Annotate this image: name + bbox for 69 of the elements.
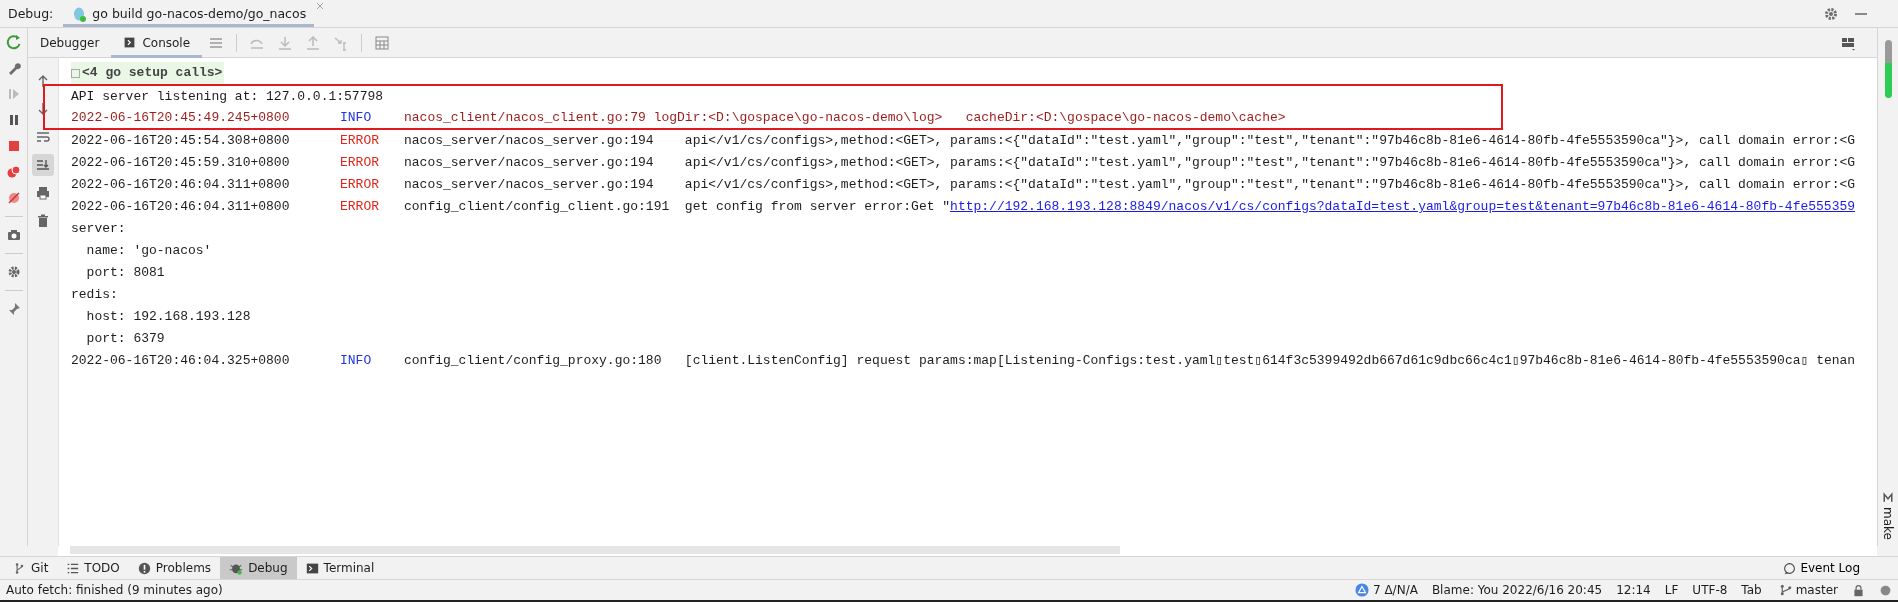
folded-calls[interactable]: <4 go setup calls>: [71, 62, 225, 84]
event-log-button[interactable]: Event Log: [1777, 560, 1866, 576]
horizontal-scrollbar[interactable]: [70, 546, 1120, 554]
tool-window-tab[interactable]: Problems: [128, 557, 221, 579]
tool-window-tab[interactable]: Debug: [220, 557, 297, 579]
triangle-icon: [1354, 583, 1369, 597]
changes-indicator[interactable]: 7 Δ/N/A: [1354, 583, 1418, 597]
settings-icon[interactable]: [1823, 5, 1839, 22]
log-level: INFO: [340, 109, 373, 127]
log-timestamp: 2022-06-16T20:46:04.325+0800: [71, 352, 291, 370]
status-item[interactable]: Blame: You 2022/6/16 20:45: [1431, 583, 1603, 597]
log-message: config_client/config_client.go:191 get config from server error:Get ": [404, 198, 951, 216]
log-message: nacos_server/nacos_server.go:194 api</v1/cs/configs>,method:<GET>, params:<{"dataId":"test.yaml","group":"test","tenant":"97b46c8b-81e6-4614-80fb-4fe5553590ca"}>, call domain error:<G: [404, 154, 1856, 172]
scroll-to-end-icon: [35, 157, 51, 173]
status-message: Auto fetch: finished (9 minutes ago): [6, 583, 223, 597]
status-item[interactable]: UTF-8: [1692, 583, 1728, 597]
camera-icon[interactable]: [5, 227, 22, 243]
log-level: ERROR: [340, 176, 380, 194]
log-level: ERROR: [340, 198, 380, 216]
log-timestamp: 2022-06-16T20:45:54.308+0800: [71, 132, 291, 150]
console-line: redis:: [71, 286, 118, 304]
notification-icon[interactable]: [1879, 583, 1892, 597]
branch-widget[interactable]: master: [1779, 583, 1838, 597]
warning-icon[interactable]: [137, 561, 151, 575]
rerun-icon[interactable]: [5, 34, 22, 50]
log-message: nacos_server/nacos_server.go:194 api</v1/cs/configs>,method:<GET>, params:<{"dataId":"test.yaml","group":"test","tenant":"97b46c8b-81e6-4614-80fb-4fe5553590ca"}>, call domain error:<G: [404, 176, 1856, 194]
toolbar-tab[interactable]: Debugger: [28, 27, 112, 58]
debug-label: Debug:: [7, 5, 55, 23]
trash-icon[interactable]: [35, 213, 51, 229]
log-level: ERROR: [340, 132, 380, 150]
console-icon: [123, 36, 137, 49]
log-timestamp: 2022-06-16T20:46:04.311+0800: [71, 176, 291, 194]
run-config-tab[interactable]: go build go-nacos-demo/go_nacos: [63, 0, 315, 27]
soft-wrap-icon[interactable]: [35, 129, 51, 145]
tool-window-tab[interactable]: Git: [4, 557, 58, 579]
log-timestamp: 2022-06-16T20:45:59.310+0800: [71, 154, 291, 172]
branch-icon[interactable]: [13, 561, 26, 575]
log-timestamp: 2022-06-16T20:45:49.245+0800: [71, 109, 291, 127]
terminal-icon[interactable]: [305, 561, 319, 575]
speech-bubble-icon: [1783, 561, 1797, 575]
status-item[interactable]: Tab: [1741, 583, 1762, 597]
scroll-to-end-toggle[interactable]: [32, 154, 54, 176]
console-line: server:: [71, 220, 126, 238]
log-link[interactable]: http://192.168.193.128:8849/nacos/v1/cs/configs?dataId=test.yaml&group=test&tenant=97b46c8b-81e6-4614-80fb-4fe555359: [950, 196, 1856, 218]
log-message: nacos_client/nacos_client.go:79 logDir:<D:\gospace\go-nacos-demo\log> cacheDir:<D:\gospace\go-nacos-demo\cache>: [404, 109, 1286, 127]
calculator-icon[interactable]: [374, 34, 391, 51]
branch-icon: [1779, 584, 1792, 596]
breakpoints-icon[interactable]: [5, 164, 22, 180]
toolbar-tab[interactable]: Console: [111, 27, 203, 58]
log-message: config_client/config_proxy.go:180 [client.ListenConfig] request params:map[Listening-Configs:test.yaml▯test▯614f3c5399492db667d61c9dbc66c4c1▯97b46c8b-81e6-4614-80fb-4fe5553590ca▯ tenan: [404, 352, 1856, 370]
maven-icon: [1882, 492, 1894, 505]
scrollbar-thumb[interactable]: [1884, 40, 1892, 98]
console-line: name: 'go-nacos': [85, 242, 212, 260]
status-item[interactable]: LF: [1664, 583, 1679, 597]
lock-icon[interactable]: [1852, 583, 1865, 597]
print-icon[interactable]: [35, 185, 51, 201]
log-timestamp: 2022-06-16T20:46:04.311+0800: [71, 198, 291, 216]
status-item[interactable]: 12:14: [1616, 583, 1651, 597]
tool-window-tab[interactable]: TODO: [57, 557, 129, 579]
make-tool-button[interactable]: make: [1881, 492, 1895, 540]
console-line: port: 6379: [85, 330, 165, 348]
list-icon[interactable]: [66, 561, 80, 575]
console-line: API server listening at: 127.0.0.1:57798: [71, 88, 384, 106]
log-level: INFO: [340, 352, 373, 370]
log-level: ERROR: [340, 154, 380, 172]
console-line: host: 192.168.193.128: [85, 308, 251, 326]
log-message: nacos_server/nacos_server.go:194 api</v1/cs/configs>,method:<GET>, params:<{"dataId":"test.yaml","group":"test","tenant":"97b46c8b-81e6-4614-80fb-4fe5553590ca"}>, call domain error:<G: [404, 132, 1856, 150]
console-line: port: 8081: [85, 264, 165, 282]
tool-window-tab[interactable]: Terminal: [296, 557, 384, 579]
